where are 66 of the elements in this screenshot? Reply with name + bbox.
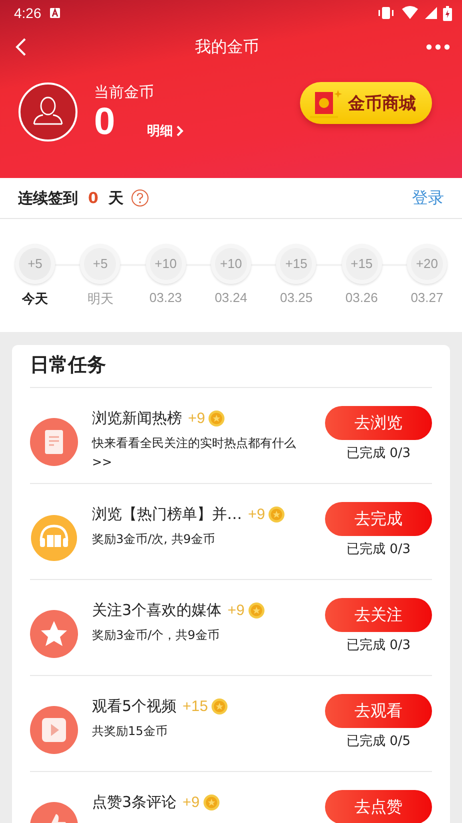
task-title: 浏览【热门榜单】并… [92,505,242,524]
battery-icon [443,6,452,20]
task-description: 快来看看全民关注的实时热点都有什么>> [92,435,297,471]
status-time: 4:26 [14,5,42,21]
task-description: 奖励3金币/个，共9金币 [92,627,220,644]
back-icon[interactable] [14,37,28,57]
reward-coin: +20 [406,244,447,284]
section-title: 日常任务 [30,345,432,388]
help-icon[interactable] [131,189,150,207]
document-icon [30,418,78,466]
day-label: 明天 [87,290,114,308]
coin-balance: 0 [94,102,116,142]
day-label: 03.23 [149,290,182,304]
reward-coin: +10 [146,244,186,284]
reward-coin: +5 [15,244,55,284]
reward-amount: +9 [188,410,206,427]
coin-label: 当前金币 [94,82,155,102]
vibrate-icon [377,6,395,20]
task-description: 共奖励15金币 [92,723,168,740]
chevron-icon [176,124,184,136]
reward-amount: +15 [182,698,208,715]
streak-unit: 天 [108,188,124,208]
coin-icon [202,794,220,811]
day-label: 03.24 [214,290,248,304]
day-label: 03.27 [410,290,444,304]
progress-text: 已完成 0/5 [346,733,411,750]
progress-text: 已完成 0/3 [346,637,411,654]
task-title: 关注3个喜欢的媒体 [92,601,222,620]
reward-coin: +5 [80,244,120,284]
reward-coin: +15 [276,244,316,284]
streak-count: 0 [88,189,98,207]
task-button[interactable]: 去浏览 [325,406,432,440]
task-button[interactable]: 去关注 [325,598,432,632]
task-button[interactable]: 去完成 [325,502,432,536]
day-label: 03.25 [280,290,313,304]
reward-amount: +9 [248,506,266,523]
play-icon [30,706,78,754]
signal-icon [425,7,437,19]
streak-label: 连续签到 [18,188,78,208]
headphones-book-icon [30,514,78,562]
reward-amount: +9 [228,602,245,619]
coin-icon [211,698,228,715]
coin-shop-button[interactable]: 金币商城 [300,82,432,124]
task-button[interactable]: 去点赞 [325,790,432,823]
day-label: 03.26 [345,290,378,304]
task-description: 奖励3金币/次, 共9金币 [92,531,216,548]
task-button[interactable]: 去观看 [325,694,432,728]
avatar-icon[interactable] [18,82,78,142]
more-icon[interactable] [426,44,450,50]
coin-icon [248,602,265,619]
notification-icon [49,7,62,19]
task-title: 浏览新闻热榜 [92,409,182,428]
progress-text: 已完成 0/3 [346,541,411,558]
progress-text: 已完成 0/3 [346,445,411,462]
wifi-icon [401,6,419,20]
task-title: 观看5个视频 [92,697,177,716]
reward-coin: +15 [342,244,382,284]
login-link[interactable]: 登录 [412,188,444,208]
reward-amount: +9 [182,794,200,811]
coin-icon [208,410,226,427]
page-title: 我的金币 [195,36,259,58]
reward-coin: +10 [210,244,251,284]
day-label: 今天 [22,290,48,308]
coin-icon [268,506,286,523]
detail-link[interactable]: 明细 [147,122,184,142]
task-title: 点赞3条评论 [92,793,177,812]
